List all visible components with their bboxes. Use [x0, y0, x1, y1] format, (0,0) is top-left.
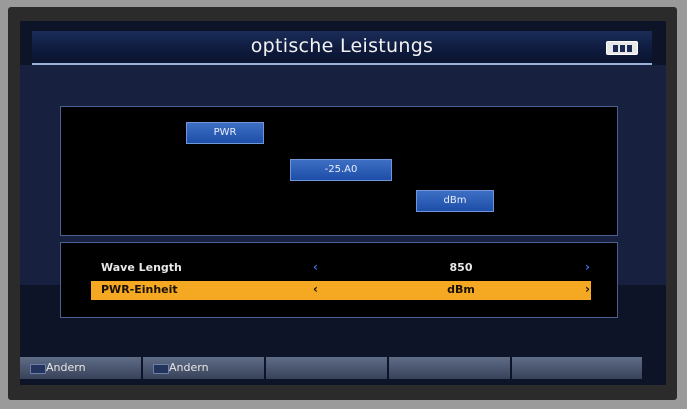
battery-icon: [606, 41, 638, 55]
setting-value: 850: [449, 261, 473, 274]
settings-panel: Wave Length ‹ 850 › PWR-Einheit ‹ dBm ›: [60, 242, 618, 318]
key-icon: [30, 364, 46, 374]
setting-row-wave-length[interactable]: Wave Length ‹ 850 ›: [91, 259, 591, 278]
pwr-value-tag: -25.A0: [290, 159, 392, 181]
function-key-label: Andern: [169, 361, 209, 374]
page-title: optische Leistungs: [250, 35, 434, 57]
function-key-bar: Andern Andern: [20, 357, 666, 379]
function-key-1[interactable]: Andern: [20, 357, 141, 379]
chevron-left-icon[interactable]: ‹: [313, 282, 318, 296]
setting-label: Wave Length: [101, 261, 182, 274]
unit-tag: dBm: [416, 190, 494, 212]
setting-value: dBm: [447, 283, 475, 296]
key-icon: [153, 364, 169, 374]
setting-label: PWR-Einheit: [101, 283, 178, 296]
chevron-left-icon[interactable]: ‹: [313, 260, 318, 274]
chevron-right-icon[interactable]: ›: [585, 260, 590, 274]
function-key-5[interactable]: [512, 357, 642, 379]
chevron-right-icon[interactable]: ›: [585, 282, 590, 296]
function-key-label: Andern: [46, 361, 86, 374]
measurement-display: PWR -25.A0 dBm: [60, 106, 618, 236]
function-key-4[interactable]: [389, 357, 510, 379]
setting-row-pwr-einheit[interactable]: PWR-Einheit ‹ dBm ›: [91, 281, 591, 300]
function-key-3[interactable]: [266, 357, 387, 379]
title-bar: optische Leistungs: [32, 31, 652, 65]
function-key-2[interactable]: Andern: [143, 357, 264, 379]
screen: optische Leistungs PWR -25.A0 dBm Wave L…: [20, 21, 666, 385]
pwr-label-tag: PWR: [186, 122, 264, 144]
